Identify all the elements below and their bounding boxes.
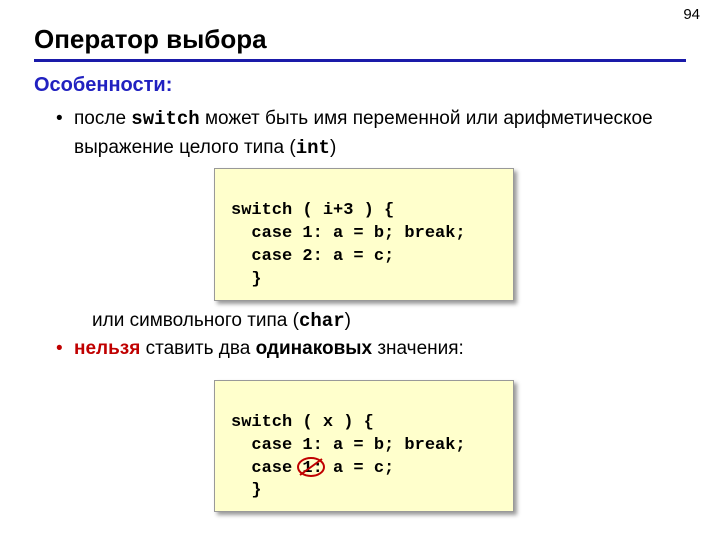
bullet-list: после switch может быть имя переменной и… xyxy=(56,105,686,512)
text: или символьного типа ( xyxy=(92,310,299,331)
keyword-int: int xyxy=(296,137,330,159)
text: ) xyxy=(330,137,336,158)
code-block-2: switch ( x ) { case 1: a = b; break; cas… xyxy=(214,380,514,513)
text: после xyxy=(74,108,131,129)
page-number: 94 xyxy=(683,6,700,23)
code-line: case 2: a = c; xyxy=(231,247,394,266)
text-forbidden: нельзя xyxy=(74,338,140,359)
code-line: } xyxy=(231,481,262,500)
title-underline xyxy=(34,59,686,62)
code-block-1: switch ( i+3 ) { case 1: a = b; break; c… xyxy=(214,168,514,301)
subheading: Особенности: xyxy=(34,74,686,97)
code-line: switch ( x ) { xyxy=(231,413,374,432)
code-line: switch ( i+3 ) { xyxy=(231,201,394,220)
keyword-switch: switch xyxy=(131,108,199,130)
code-line: } xyxy=(231,270,262,289)
code-line: case 1: a = c; xyxy=(231,459,394,478)
bullet-1: после switch может быть имя переменной и… xyxy=(56,105,686,335)
bullet-2: нельзя ставить два одинаковых значения: … xyxy=(56,335,686,512)
text: ) xyxy=(345,310,351,331)
text: ставить два xyxy=(140,338,255,359)
code-line: case 1: a = b; break; xyxy=(231,224,466,243)
text: значения: xyxy=(372,338,464,359)
keyword-char: char xyxy=(299,310,345,332)
text-same: одинаковых xyxy=(256,338,372,359)
code-line: case 1: a = b; break; xyxy=(231,436,466,455)
bullet-1-cont: или символьного типа (char) xyxy=(92,307,686,336)
slide-title: Оператор выбора xyxy=(34,24,686,55)
